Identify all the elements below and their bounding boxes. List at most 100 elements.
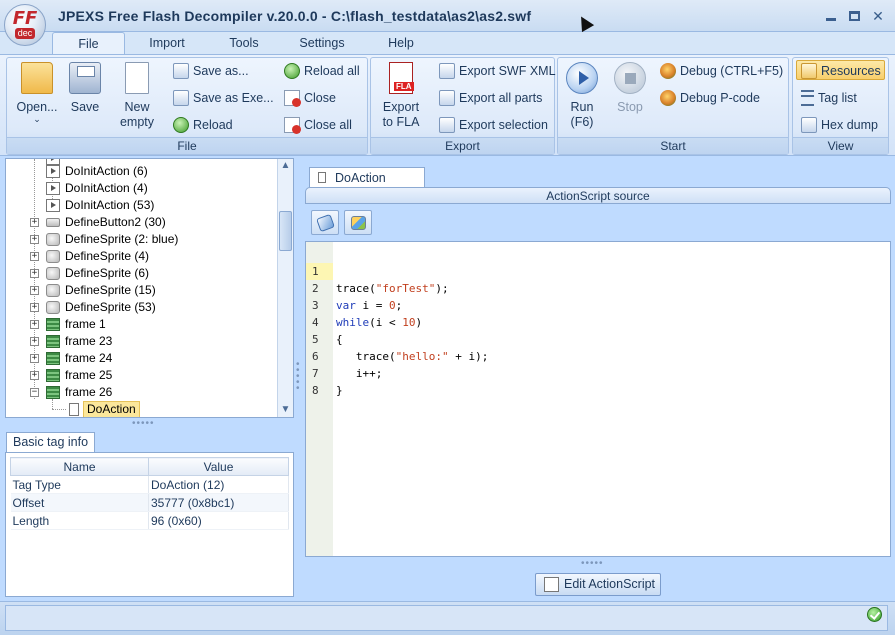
- column-header-value[interactable]: Value: [148, 457, 289, 476]
- maximize-button[interactable]: [846, 8, 862, 24]
- table-row[interactable]: Length 96 (0x60): [10, 511, 289, 530]
- tree-item-label: DefineSprite (15): [65, 283, 156, 297]
- app-logo-button[interactable]: FF dec: [4, 4, 46, 46]
- tree-scrollbar[interactable]: ▲ ▼: [277, 159, 293, 417]
- save-as-button[interactable]: Save as...: [173, 61, 249, 81]
- tab-tools[interactable]: Tools: [218, 32, 270, 54]
- tree-item[interactable]: DoInitAction (6): [6, 163, 276, 180]
- tree-item-label: DoAction: [83, 401, 140, 417]
- export-all-parts-button[interactable]: Export all parts: [439, 88, 542, 108]
- expand-icon[interactable]: +: [30, 371, 39, 380]
- tag-tree[interactable]: DoInitAction (6) DoInitAction (4) DoInit…: [5, 158, 294, 418]
- expand-icon[interactable]: +: [30, 252, 39, 261]
- deobfuscate-button[interactable]: [344, 210, 372, 235]
- export-selection-button[interactable]: Export selection: [439, 115, 548, 135]
- editor-splitter-handle[interactable]: •••••: [581, 558, 604, 569]
- save-as-exe-button[interactable]: Save as Exe...: [173, 88, 274, 108]
- close-window-button[interactable]: ✕: [870, 8, 886, 24]
- tree-item-label: DefineSprite (2: blue): [65, 232, 179, 246]
- collapse-icon[interactable]: −: [30, 388, 39, 397]
- minimize-button[interactable]: [823, 8, 839, 24]
- expand-icon[interactable]: +: [30, 269, 39, 278]
- tree-item[interactable]: + DefineSprite (6): [6, 265, 276, 282]
- edit-actionscript-button[interactable]: Edit ActionScript: [535, 573, 661, 596]
- scroll-down-icon[interactable]: ▼: [280, 403, 291, 417]
- reload-label: Reload: [193, 118, 233, 132]
- tree-item-selected[interactable]: DoAction: [6, 401, 276, 417]
- tree-item[interactable]: + DefineSprite (4): [6, 248, 276, 265]
- export-all-parts-label: Export all parts: [459, 91, 543, 105]
- horizontal-splitter-handle[interactable]: •••••: [132, 418, 155, 429]
- scroll-up-icon[interactable]: ▲: [280, 159, 291, 173]
- reload-button[interactable]: Reload: [173, 115, 233, 135]
- open-button[interactable]: Open... ⌄: [11, 62, 63, 125]
- tree-item[interactable]: + frame 24: [6, 350, 276, 367]
- new-empty-button[interactable]: New empty: [111, 62, 163, 130]
- debug-pcode-label: Debug P-code: [680, 91, 760, 105]
- new-page-icon: [125, 62, 149, 94]
- close-button[interactable]: Close: [284, 88, 336, 108]
- tree-item[interactable]: + frame 23: [6, 333, 276, 350]
- tab-doaction[interactable]: DoAction: [309, 167, 425, 187]
- line-number: 8: [312, 384, 319, 397]
- export-fla-button[interactable]: Export to FLA: [377, 62, 425, 130]
- tree-item[interactable]: + DefineSprite (15): [6, 282, 276, 299]
- run-button[interactable]: Run (F6): [562, 62, 602, 130]
- tree-item[interactable]: + DefineSprite (53): [6, 299, 276, 316]
- stop-button[interactable]: Stop: [610, 62, 650, 114]
- expand-icon[interactable]: +: [30, 235, 39, 244]
- table-cell-value: 35777 (0x8bc1): [148, 493, 289, 512]
- tree-item-label: DefineButton2 (30): [65, 215, 166, 229]
- scroll-thumb[interactable]: [279, 211, 292, 251]
- debug-pcode-button[interactable]: Debug P-code: [660, 88, 760, 108]
- expand-icon[interactable]: +: [30, 218, 39, 227]
- export-xml-icon: [439, 62, 455, 79]
- expand-icon[interactable]: +: [30, 303, 39, 312]
- tab-import[interactable]: Import: [138, 32, 196, 54]
- debug-button[interactable]: Debug (CTRL+F5): [660, 61, 783, 81]
- code-line: 8: [306, 365, 890, 397]
- status-message-field: [5, 605, 888, 631]
- table-row[interactable]: Tag Type DoAction (12): [10, 475, 289, 494]
- tree-item-label: frame 1: [65, 317, 106, 331]
- tree-item-label: DoInitAction (4): [65, 181, 148, 195]
- start-group: Run (F6) Stop Debug (CTRL+F5) Debug P-co…: [557, 57, 789, 155]
- tree-item-label: frame 24: [65, 351, 113, 365]
- tree-item[interactable]: − frame 26: [6, 384, 276, 401]
- tree-item-label: frame 23: [65, 334, 113, 348]
- open-label: Open...: [16, 100, 58, 114]
- tree-item[interactable]: + frame 1: [6, 316, 276, 333]
- export-swf-xml-button[interactable]: Export SWF XML: [439, 61, 556, 81]
- tree-item[interactable]: + DefineButton2 (30): [6, 214, 276, 231]
- format-code-button[interactable]: [311, 210, 339, 235]
- view-group: Resources Tag list Hex dump View: [792, 57, 889, 155]
- expand-icon[interactable]: +: [30, 320, 39, 329]
- column-header-name[interactable]: Name: [10, 457, 149, 476]
- resources-button[interactable]: Resources: [796, 60, 885, 80]
- close-file-icon: [284, 89, 301, 107]
- save-icon: [69, 62, 101, 94]
- reload-all-button[interactable]: Reload all: [284, 61, 360, 81]
- tab-help[interactable]: Help: [377, 32, 425, 54]
- expand-icon[interactable]: +: [30, 286, 39, 295]
- tree-item[interactable]: + frame 25: [6, 367, 276, 384]
- tab-basic-tag-info[interactable]: Basic tag info: [6, 432, 96, 452]
- table-cell-name: Tag Type: [10, 475, 149, 494]
- table-row[interactable]: Offset 35777 (0x8bc1): [10, 493, 289, 512]
- expand-icon[interactable]: +: [30, 354, 39, 363]
- tree-item[interactable]: DoInitAction (53): [6, 197, 276, 214]
- hex-dump-button[interactable]: Hex dump: [801, 115, 878, 135]
- close-all-button[interactable]: Close all: [284, 115, 352, 135]
- tree-item[interactable]: DoInitAction (4): [6, 180, 276, 197]
- expand-icon[interactable]: +: [30, 337, 39, 346]
- sprite-icon: [46, 250, 60, 263]
- code-editor[interactable]: 1 trace("forTest"); 2 var i = 0; 3 while…: [305, 241, 891, 557]
- save-button[interactable]: Save: [63, 62, 107, 114]
- code-line: 6 i++;: [306, 331, 890, 380]
- vertical-splitter-handle[interactable]: • • • • •: [296, 360, 302, 394]
- tree-item[interactable]: + DefineSprite (2: blue): [6, 231, 276, 248]
- tag-info-table: Name Value Tag Type DoAction (12) Offset…: [10, 457, 289, 530]
- tab-settings[interactable]: Settings: [290, 32, 354, 54]
- tab-file[interactable]: File: [52, 32, 125, 54]
- tag-list-button[interactable]: Tag list: [801, 88, 857, 108]
